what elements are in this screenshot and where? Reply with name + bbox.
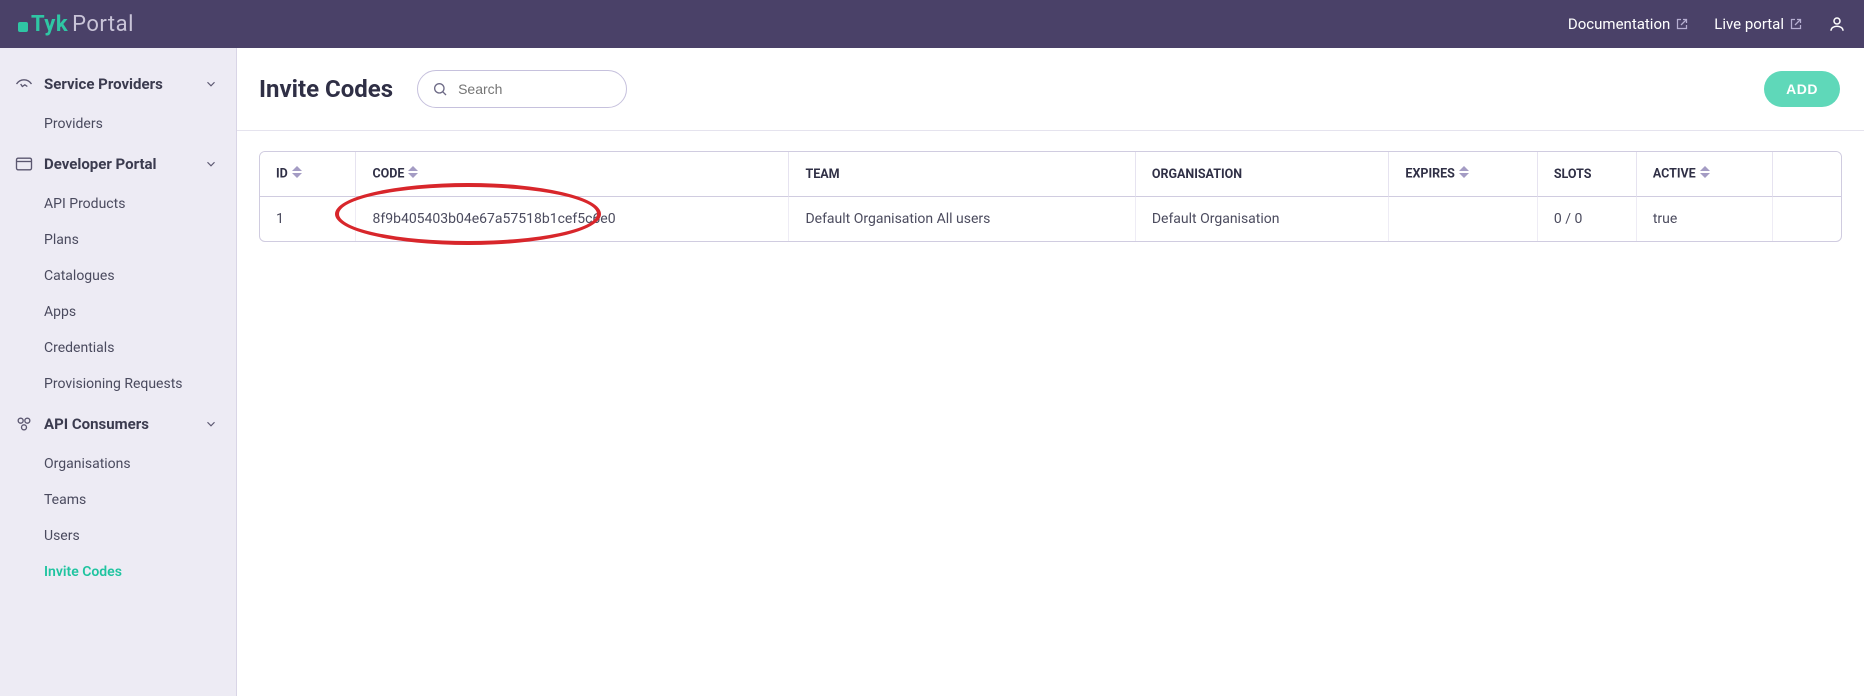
sidebar-item-plans[interactable]: Plans — [0, 222, 236, 258]
col-active[interactable]: ACTIVE — [1637, 152, 1773, 197]
invite-codes-table: ID CODE TEAM ORGANISATION EXPIRES SLOTS … — [259, 151, 1842, 242]
cell-team: Default Organisation All users — [789, 197, 1135, 241]
logo-tyk: Tyk — [31, 12, 68, 37]
user-icon — [1828, 15, 1846, 33]
chevron-down-icon — [204, 77, 218, 91]
sidebar-section-service-providers[interactable]: Service Providers — [0, 62, 236, 106]
sidebar-item-label: Invite Codes — [44, 564, 122, 580]
sort-icon — [1700, 166, 1710, 182]
sidebar-item-label: Credentials — [44, 340, 114, 356]
sidebar-item-label: Apps — [44, 304, 76, 320]
logo-portal: Portal — [72, 12, 134, 37]
sidebar-item-invite-codes[interactable]: Invite Codes — [0, 554, 236, 590]
sidebar-item-label: Plans — [44, 232, 79, 248]
add-button[interactable]: ADD — [1764, 71, 1840, 107]
cell-org: Default Organisation — [1136, 197, 1390, 241]
col-label: CODE — [372, 166, 404, 181]
sidebar-item-label: Organisations — [44, 456, 131, 472]
page-header: Invite Codes ADD — [237, 48, 1864, 131]
sort-icon — [408, 166, 418, 182]
sidebar-item-label: Providers — [44, 116, 103, 132]
chevron-down-icon — [204, 417, 218, 431]
sidebar-section-label: Developer Portal — [44, 155, 157, 173]
search-box[interactable] — [417, 70, 627, 108]
col-id[interactable]: ID — [260, 152, 356, 197]
search-input[interactable] — [458, 81, 612, 97]
cell-code: 8f9b405403b04e67a57518b1cef5c6e0 — [356, 197, 789, 241]
sidebar-item-provisioning-requests[interactable]: Provisioning Requests — [0, 366, 236, 402]
sidebar-section-label: Service Providers — [44, 75, 163, 93]
sidebar-item-catalogues[interactable]: Catalogues — [0, 258, 236, 294]
col-actions — [1773, 152, 1841, 197]
live-portal-label: Live portal — [1714, 15, 1784, 33]
sidebar-item-api-products[interactable]: API Products — [0, 186, 236, 222]
col-org: ORGANISATION — [1136, 152, 1390, 197]
documentation-link[interactable]: Documentation — [1568, 15, 1688, 33]
chevron-down-icon — [204, 157, 218, 171]
logo[interactable]: Tyk Portal — [18, 12, 134, 37]
cell-expires — [1389, 197, 1537, 241]
sidebar-item-label: Catalogues — [44, 268, 115, 284]
sidebar-item-label: API Products — [44, 196, 125, 212]
col-code[interactable]: CODE — [356, 152, 789, 197]
cell-slots: 0 / 0 — [1538, 197, 1637, 241]
col-label: EXPIRES — [1405, 166, 1454, 181]
logo-bullet-icon — [18, 22, 28, 32]
user-menu[interactable] — [1828, 15, 1846, 33]
cell-active: true — [1637, 197, 1773, 241]
sidebar-item-providers[interactable]: Providers — [0, 106, 236, 142]
handshake-icon — [14, 74, 34, 94]
sidebar-item-label: Users — [44, 528, 80, 544]
col-label: ORGANISATION — [1152, 167, 1242, 182]
documentation-label: Documentation — [1568, 15, 1670, 33]
col-label: ACTIVE — [1653, 166, 1696, 181]
page-title: Invite Codes — [259, 75, 393, 103]
table-container: ID CODE TEAM ORGANISATION EXPIRES SLOTS … — [237, 131, 1864, 262]
col-slots: SLOTS — [1538, 152, 1637, 197]
sidebar-item-apps[interactable]: Apps — [0, 294, 236, 330]
navbar-right: Documentation Live portal — [1568, 15, 1846, 33]
cell-actions — [1773, 197, 1841, 241]
sidebar-section-label: API Consumers — [44, 415, 149, 433]
consumers-icon — [14, 414, 34, 434]
sidebar-section-api-consumers[interactable]: API Consumers — [0, 402, 236, 446]
search-icon — [432, 81, 448, 97]
col-label: TEAM — [805, 167, 839, 182]
main-content: Invite Codes ADD ID CODE TEAM ORGANI — [237, 48, 1864, 696]
table-row[interactable]: 1 8f9b405403b04e67a57518b1cef5c6e0 Defau… — [260, 197, 1841, 241]
top-navbar: Tyk Portal Documentation Live portal — [0, 0, 1864, 48]
sidebar-item-label: Teams — [44, 492, 86, 508]
portal-icon — [14, 154, 34, 174]
table-header-row: ID CODE TEAM ORGANISATION EXPIRES SLOTS … — [260, 152, 1841, 197]
sidebar-section-developer-portal[interactable]: Developer Portal — [0, 142, 236, 186]
live-portal-link[interactable]: Live portal — [1714, 15, 1802, 33]
sidebar: Service Providers Providers Developer Po… — [0, 48, 237, 696]
sidebar-item-teams[interactable]: Teams — [0, 482, 236, 518]
sort-icon — [292, 166, 302, 182]
sidebar-item-organisations[interactable]: Organisations — [0, 446, 236, 482]
sidebar-item-users[interactable]: Users — [0, 518, 236, 554]
col-team: TEAM — [789, 152, 1135, 197]
sort-icon — [1459, 166, 1469, 182]
external-link-icon — [1676, 18, 1688, 30]
col-label: SLOTS — [1554, 167, 1592, 182]
col-label: ID — [276, 166, 288, 181]
col-expires[interactable]: EXPIRES — [1389, 152, 1537, 197]
external-link-icon — [1790, 18, 1802, 30]
sidebar-item-credentials[interactable]: Credentials — [0, 330, 236, 366]
cell-id: 1 — [260, 197, 356, 241]
sidebar-item-label: Provisioning Requests — [44, 376, 183, 392]
